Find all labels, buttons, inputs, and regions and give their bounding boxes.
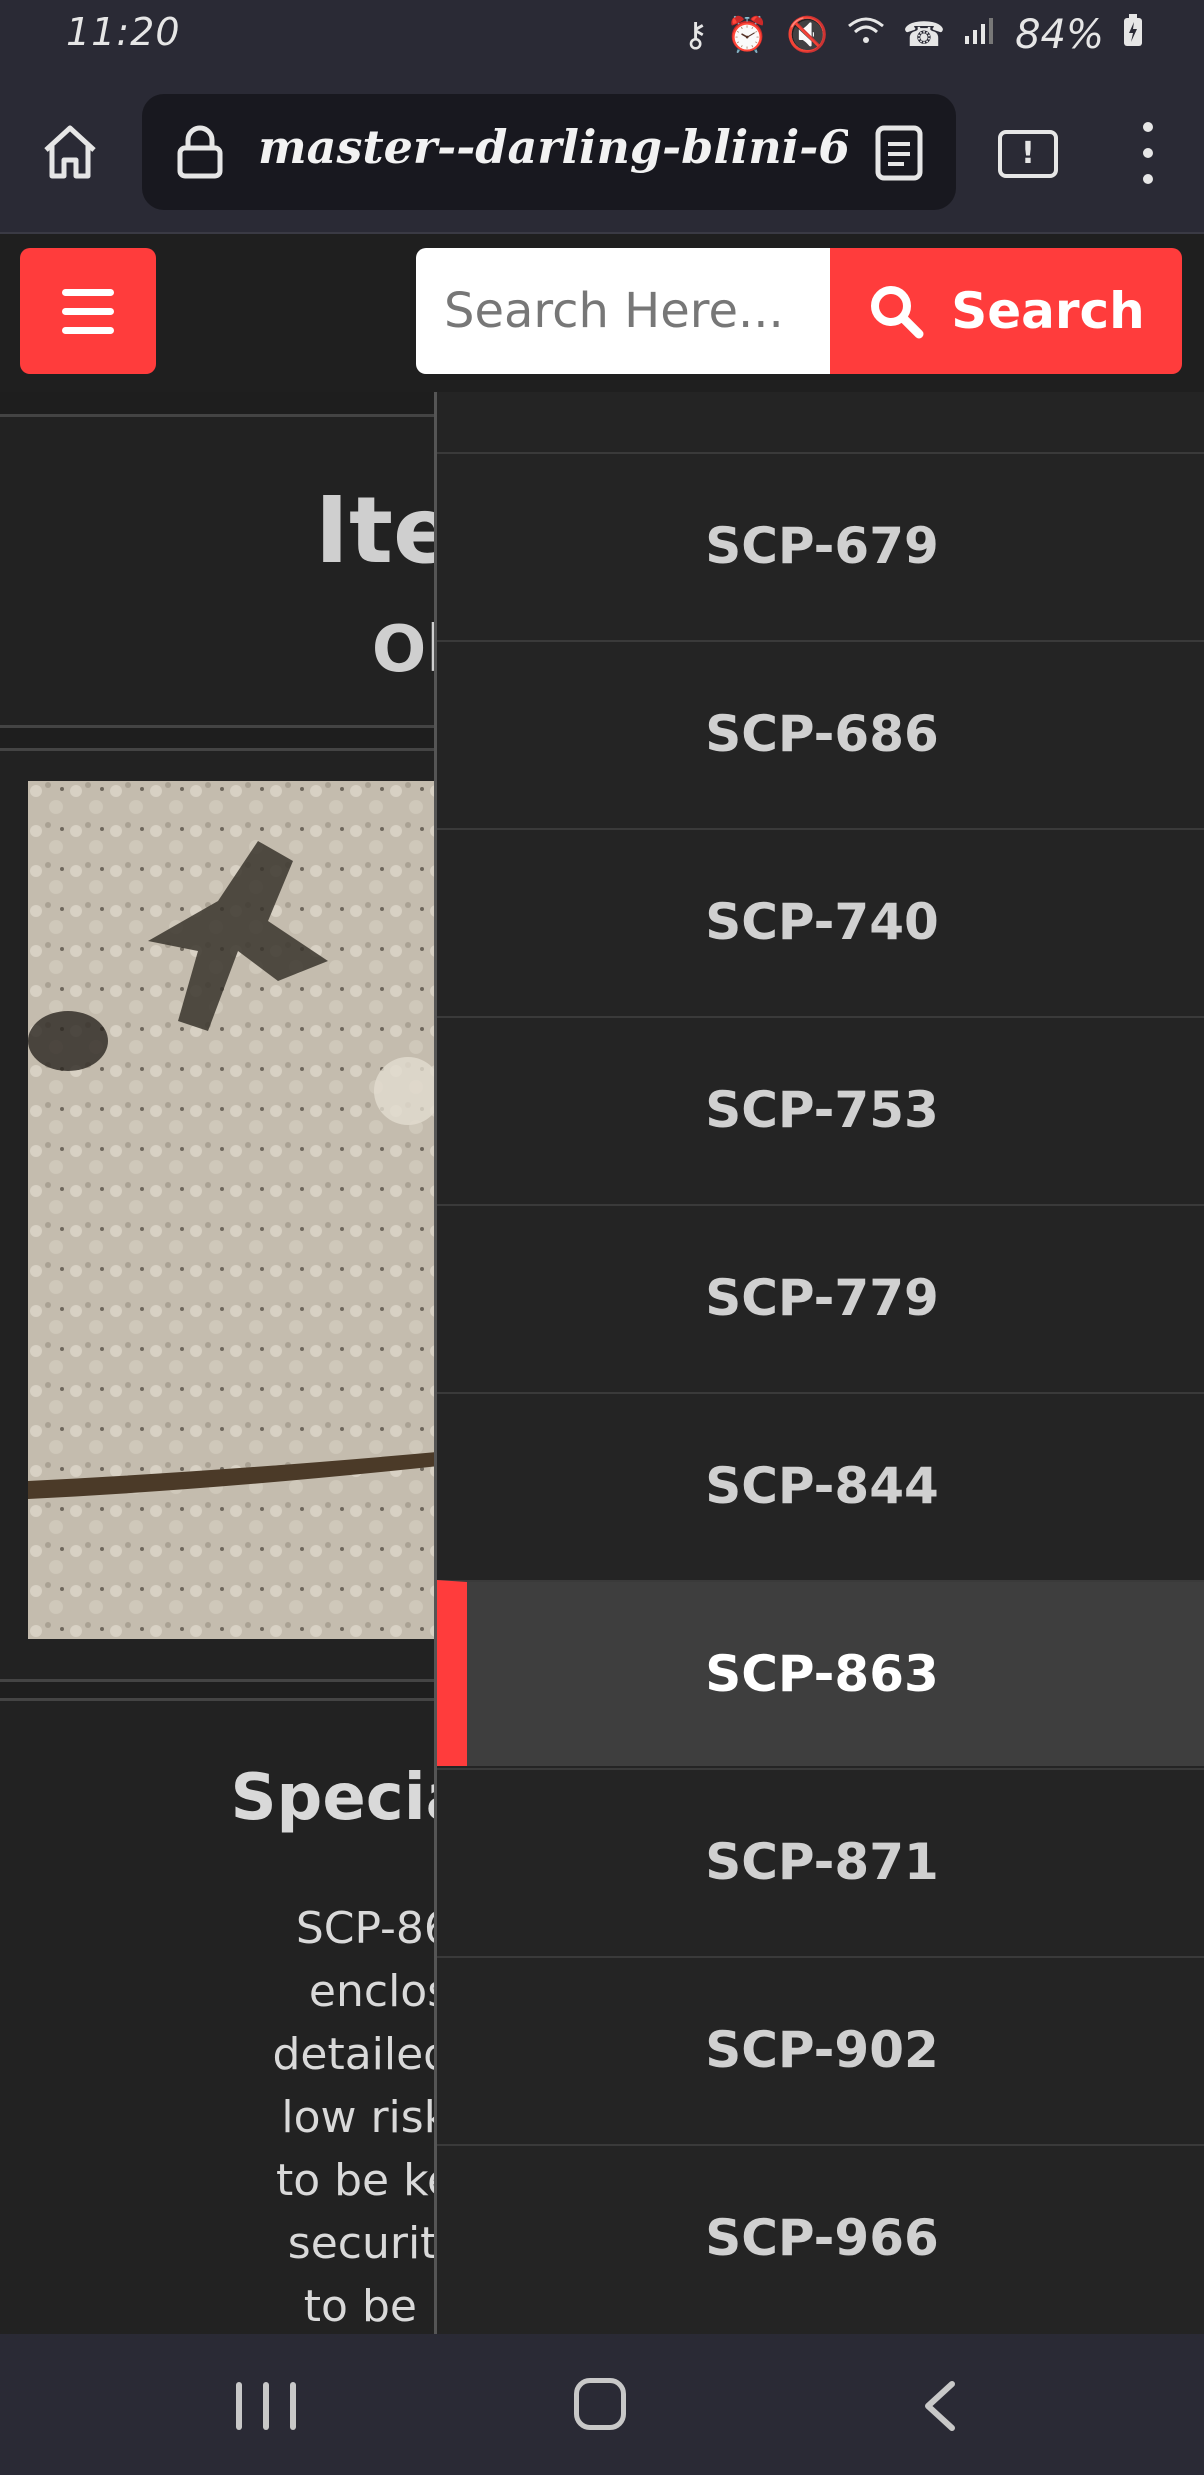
lock-icon[interactable] [172, 124, 228, 180]
browser-toolbar: master--darling-blini-6eb ! [0, 72, 1204, 234]
drawer-item-scp-686[interactable]: SCP-686 [437, 640, 1204, 826]
mute-icon: 🔇 [786, 15, 829, 55]
wifi-calling-icon: ☎ [902, 15, 946, 55]
key-icon: ⚷ [683, 15, 709, 55]
url-text[interactable]: master--darling-blini-6eb [258, 120, 848, 174]
search-button-label: Search [951, 282, 1145, 340]
search-icon [871, 286, 924, 339]
side-drawer: SCP-679 SCP-686 SCP-740 SCP-753 SCP-779 … [434, 392, 1204, 2334]
hamburger-bar [62, 326, 114, 334]
search-button[interactable]: Search [830, 248, 1182, 374]
more-icon[interactable] [1140, 122, 1156, 186]
hamburger-bar [62, 307, 114, 315]
signal-icon [963, 15, 997, 55]
wifi-icon [847, 15, 885, 55]
drawer-item-scp-679[interactable]: SCP-679 [437, 452, 1204, 638]
menu-toggle-button[interactable] [20, 248, 156, 374]
status-time: 11:20 [66, 10, 181, 54]
home-button-icon[interactable] [574, 2378, 626, 2430]
reader-mode-icon[interactable] [874, 124, 924, 182]
status-icons: ⚷ ⏰ 🔇 ☎ 84% [683, 12, 1144, 58]
drawer-item-scp-779[interactable]: SCP-779 [437, 1204, 1204, 1390]
home-icon[interactable] [38, 120, 102, 184]
drawer-item-scp-902[interactable]: SCP-902 [437, 1956, 1204, 2142]
battery-icon [1122, 13, 1144, 57]
drawer-item-scp-740[interactable]: SCP-740 [437, 828, 1204, 1014]
drawer-item-scp-863[interactable]: SCP-863 [437, 1580, 1204, 1766]
hamburger-bar [62, 288, 114, 296]
alarm-icon: ⏰ [726, 15, 769, 55]
battery-percent: 84% [1015, 12, 1104, 58]
system-nav-bar [0, 2334, 1204, 2475]
drawer-item-scp-871[interactable]: SCP-871 [437, 1768, 1204, 1954]
drawer-item-scp-844[interactable]: SCP-844 [437, 1392, 1204, 1578]
recent-apps-icon[interactable] [236, 2382, 296, 2432]
url-bar[interactable]: master--darling-blini-6eb [142, 94, 956, 210]
back-icon[interactable] [916, 2378, 966, 2434]
site-header: Search [0, 234, 1204, 395]
search-input[interactable] [416, 248, 834, 374]
status-bar: 11:20 ⚷ ⏰ 🔇 ☎ 84% [0, 0, 1204, 72]
tabs-icon[interactable]: ! [998, 130, 1058, 178]
drawer-item-scp-966[interactable]: SCP-966 [437, 2144, 1204, 2330]
drawer-item-scp-753[interactable]: SCP-753 [437, 1016, 1204, 1202]
